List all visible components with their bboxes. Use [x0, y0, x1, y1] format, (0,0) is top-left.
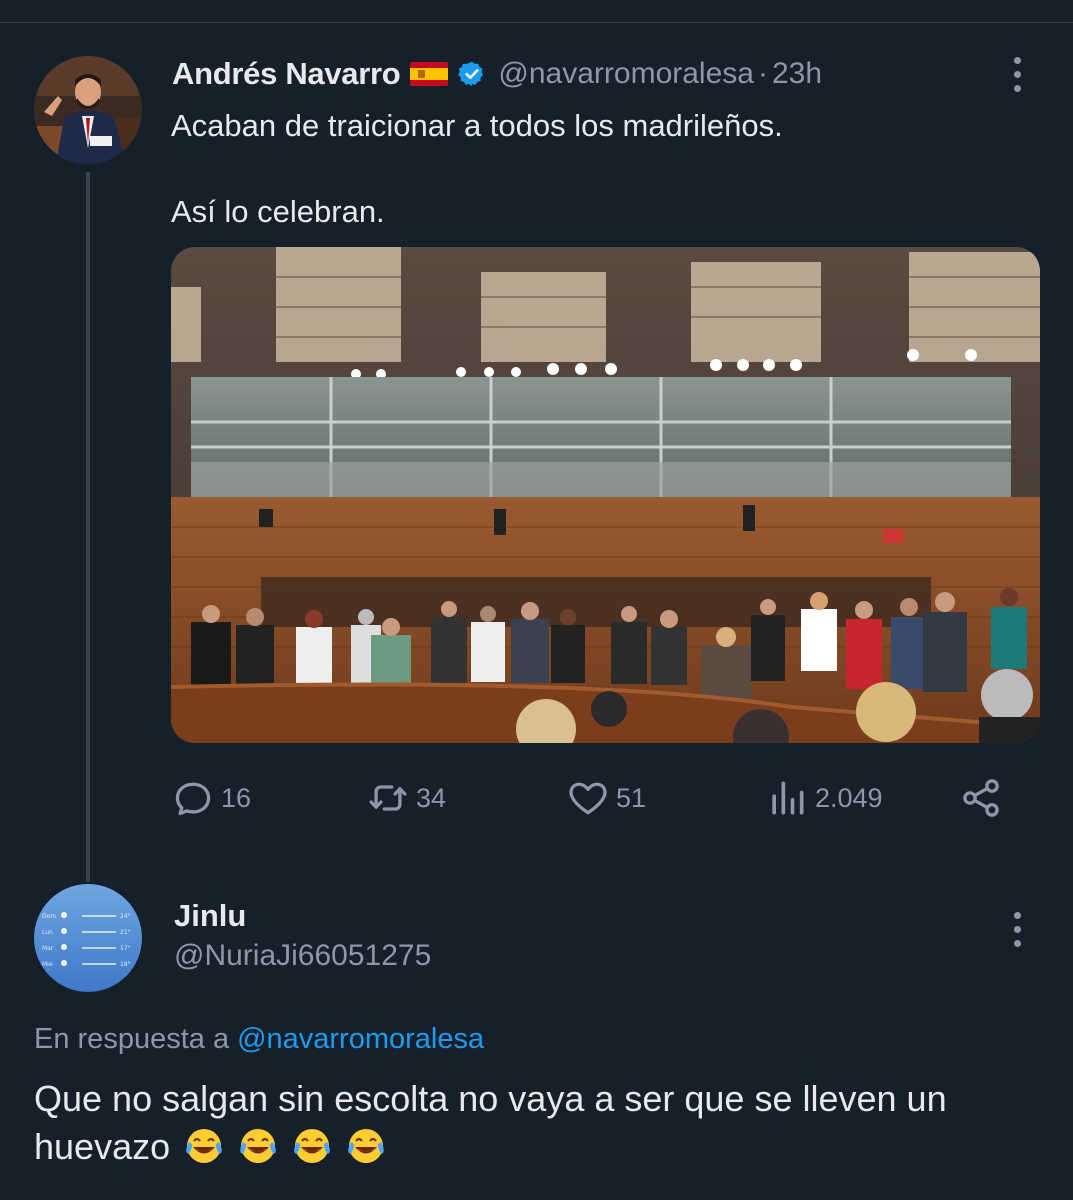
- replying-to: En respuesta a @navarromoralesa: [34, 1023, 484, 1056]
- face-with-tears-of-joy-icon: [186, 1129, 222, 1163]
- verified-badge-icon: [458, 61, 484, 87]
- reply-author-name[interactable]: Jinlu: [174, 898, 246, 934]
- emoji-group: [180, 1126, 386, 1167]
- views-action[interactable]: 2.049: [765, 776, 883, 820]
- svg-text:Lun: Lun: [42, 929, 53, 936]
- views-count: 2.049: [815, 782, 883, 813]
- svg-text:Mar: Mar: [42, 945, 54, 952]
- replying-to-link[interactable]: @navarromoralesa: [237, 1023, 484, 1055]
- reply-icon: [175, 782, 211, 816]
- views-icon: [772, 781, 804, 815]
- author-avatar[interactable]: [34, 56, 142, 164]
- face-with-tears-of-joy-icon: [348, 1129, 384, 1163]
- separator-dot: ·: [757, 57, 768, 90]
- svg-text:21°: 21°: [120, 929, 131, 936]
- face-with-tears-of-joy-icon: [294, 1129, 330, 1163]
- more-options-icon[interactable]: [1014, 57, 1022, 92]
- retweet-action[interactable]: 34: [366, 776, 446, 820]
- tweet-header: Andrés Navarro @navarromoralesa · 23h: [172, 56, 822, 92]
- tweet-actions: 16 34 51 2.049: [171, 776, 1031, 826]
- reply-text: Que no salgan sin escolta no vaya a ser …: [34, 1075, 1054, 1171]
- svg-text:18°: 18°: [120, 961, 131, 968]
- reply-author-avatar[interactable]: Dom Lun Mar Mie 24° 21° 17° 18°: [34, 884, 142, 992]
- tweet-text: Acaban de traicionar a todos los madrile…: [171, 104, 783, 233]
- top-divider: [0, 22, 1073, 23]
- retweet-icon: [369, 785, 407, 811]
- svg-text:24°: 24°: [120, 913, 131, 920]
- svg-text:Dom: Dom: [42, 913, 56, 920]
- retweet-count: 34: [416, 782, 447, 813]
- author-handle[interactable]: @navarromoralesa: [498, 57, 754, 91]
- tweet-timestamp[interactable]: 23h: [772, 57, 822, 91]
- reply-author-handle[interactable]: @NuriaJi66051275: [174, 939, 431, 973]
- like-count: 51: [616, 782, 647, 813]
- reply-text-body: Que no salgan sin escolta no vaya a ser …: [34, 1078, 947, 1167]
- reply-more-options-icon[interactable]: [1014, 912, 1022, 947]
- share-icon: [963, 779, 999, 817]
- reply-count: 16: [221, 782, 252, 813]
- thread-connector-line: [86, 172, 90, 882]
- share-action[interactable]: [959, 776, 1003, 820]
- svg-text:17°: 17°: [120, 945, 131, 952]
- reply-action[interactable]: 16: [171, 776, 251, 820]
- replying-prefix: En respuesta a: [34, 1023, 230, 1055]
- tweet-text-line2: Así lo celebran.: [171, 194, 385, 229]
- tweet-text-line1: Acaban de traicionar a todos los madrile…: [171, 108, 783, 143]
- author-name[interactable]: Andrés Navarro: [172, 56, 401, 92]
- flag-spain-icon: [410, 62, 449, 86]
- tweet-photo[interactable]: [171, 247, 1040, 743]
- svg-text:Mie: Mie: [42, 961, 53, 968]
- like-icon: [569, 782, 607, 815]
- face-with-tears-of-joy-icon: [240, 1129, 276, 1163]
- like-action[interactable]: 51: [566, 776, 646, 820]
